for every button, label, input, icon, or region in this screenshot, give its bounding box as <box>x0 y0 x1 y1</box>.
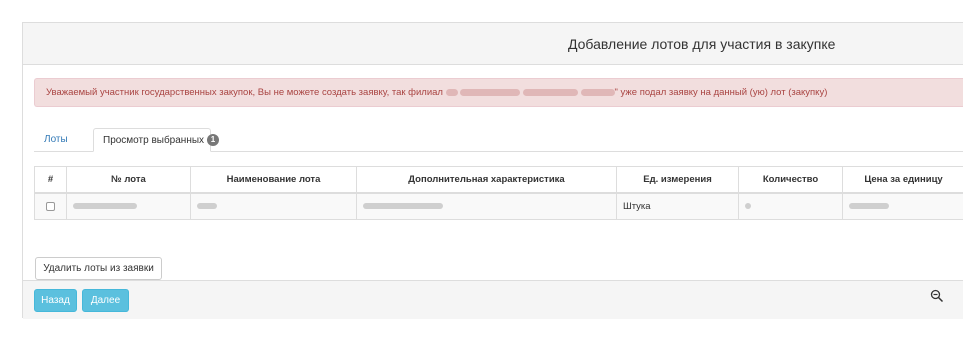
remove-lots-button[interactable]: Удалить лоты из заявки <box>35 257 162 280</box>
lot-name-cell <box>190 192 357 220</box>
price-cell <box>842 192 963 220</box>
col-header-lot-name: Наименование лота <box>190 166 357 194</box>
col-header-unit: Ед. измерения <box>616 166 739 194</box>
tab-selected[interactable]: Просмотр выбранных 1 <box>93 128 220 152</box>
alert-text-after: " уже подал заявку на данный (ую) лот (з… <box>614 87 828 98</box>
col-header-additional: Дополнительная характеристика <box>356 166 617 194</box>
col-header-lot-number: № лота <box>66 166 191 194</box>
tab-lots[interactable]: Лоты <box>34 128 78 152</box>
row-checkbox[interactable] <box>46 201 55 211</box>
quantity-cell <box>738 192 843 220</box>
unit-cell: Штука <box>616 192 739 220</box>
redacted-text <box>73 203 137 210</box>
redacted-text <box>460 88 521 96</box>
page-title: Добавление лотов для участия в закупке <box>568 36 836 52</box>
back-button[interactable]: Назад <box>34 289 77 312</box>
col-header-quantity: Количество <box>738 166 843 194</box>
col-header-price: Цена за единицу <box>842 166 963 194</box>
tab-selected-label: Просмотр выбранных <box>103 135 205 146</box>
lots-panel: Добавление лотов для участия в закупке У… <box>22 22 963 319</box>
redacted-text <box>745 203 751 210</box>
additional-cell <box>356 192 617 220</box>
table-row: Штука <box>34 192 963 220</box>
col-header-index: # <box>34 166 67 194</box>
alert-text-before: Уважаемый участник государственных закуп… <box>46 87 443 98</box>
selected-count-badge: 1 <box>207 134 220 147</box>
redacted-text <box>197 203 217 210</box>
redacted-text <box>522 88 578 96</box>
zoom-out-icon[interactable] <box>930 289 944 303</box>
error-alert: Уважаемый участник государственных закуп… <box>34 78 963 107</box>
table-header-row: # № лота Наименование лота Дополнительна… <box>34 166 963 194</box>
redacted-text <box>849 203 889 210</box>
lots-table: # № лота Наименование лота Дополнительна… <box>34 166 963 220</box>
redacted-text <box>445 88 458 96</box>
redacted-text <box>580 88 615 96</box>
row-select-cell <box>34 192 67 220</box>
panel-heading: Добавление лотов для участия в закупке <box>23 23 963 65</box>
lot-number-cell <box>66 192 191 220</box>
panel-footer <box>23 280 963 319</box>
next-button[interactable]: Далее <box>82 289 129 312</box>
redacted-text <box>363 203 443 210</box>
